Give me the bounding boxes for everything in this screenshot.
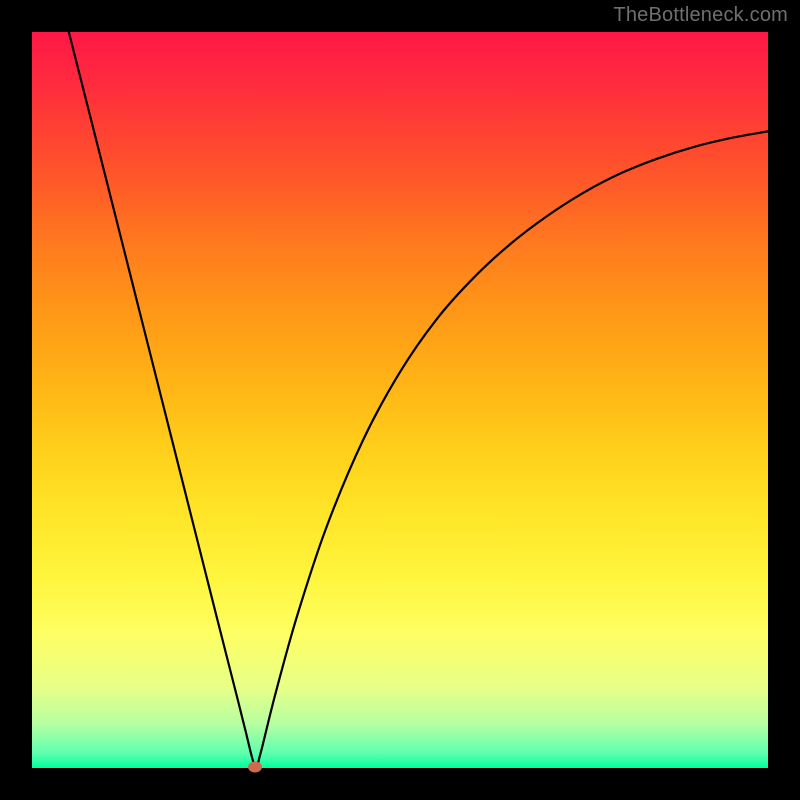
plot-area (32, 32, 768, 768)
watermark-text: TheBottleneck.com (613, 4, 788, 27)
minimum-point-marker (248, 761, 262, 772)
bottleneck-curve (32, 32, 768, 768)
chart-frame: TheBottleneck.com (0, 0, 800, 800)
